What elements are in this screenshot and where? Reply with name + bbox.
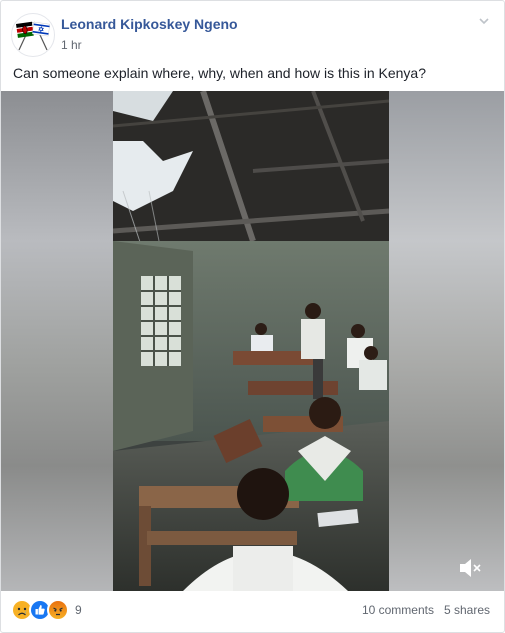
shares-count-link[interactable]: 5 shares (444, 603, 490, 617)
video-blur-right (389, 91, 504, 591)
muted-speaker-icon (460, 559, 481, 577)
volume-toggle-button[interactable] (456, 554, 484, 582)
chevron-down-icon (479, 18, 489, 25)
facebook-post: Leonard Kipkoskey Ngeno 1 hr Can someone… (0, 0, 505, 633)
classroom-video-image (112, 91, 390, 591)
video-blur-left (1, 91, 113, 591)
post-text: Can someone explain where, why, when and… (13, 65, 426, 81)
post-options-button[interactable] (476, 13, 492, 29)
reactions-summary[interactable]: 9 (11, 599, 82, 621)
video-player[interactable] (1, 91, 504, 591)
author-avatar[interactable] (11, 13, 55, 57)
post-timestamp[interactable]: 1 hr (61, 38, 82, 52)
angry-reaction-icon (47, 599, 69, 621)
author-name-link[interactable]: Leonard Kipkoskey Ngeno (61, 16, 238, 32)
video-frame[interactable] (112, 91, 390, 591)
kenya-israel-flags-icon (16, 21, 51, 51)
reaction-count[interactable]: 9 (75, 603, 82, 617)
comments-count-link[interactable]: 10 comments (362, 603, 434, 617)
post-stats: 10 comments 5 shares (362, 603, 490, 617)
